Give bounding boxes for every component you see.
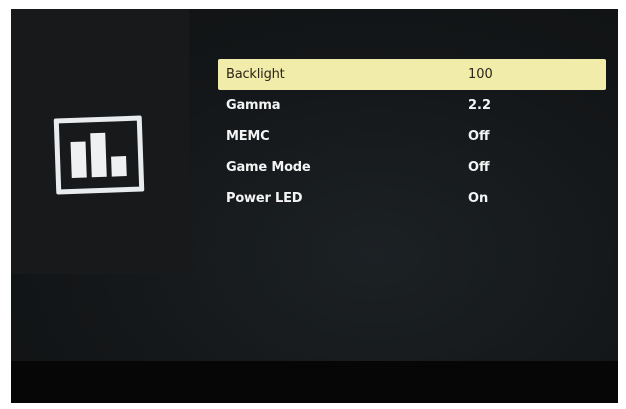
icon-bar-middle [90, 132, 107, 178]
tv-screen: Backlight 100 Gamma 2.2 MEMC Off Game Mo… [11, 9, 618, 403]
icon-bar-left [70, 141, 87, 178]
menu-item-label: Backlight [226, 67, 285, 82]
menu-item-label: Game Mode [226, 160, 311, 175]
menu-item-label: Gamma [226, 98, 281, 113]
menu-item-gamma[interactable]: Gamma 2.2 [218, 90, 606, 121]
menu-item-value: On [468, 191, 489, 206]
menu-item-value: Off [468, 129, 490, 144]
settings-menu: Backlight 100 Gamma 2.2 MEMC Off Game Mo… [218, 59, 606, 214]
menu-item-value: Off [468, 160, 490, 175]
icon-bar-right [111, 156, 127, 177]
menu-item-backlight[interactable]: Backlight 100 [218, 59, 606, 90]
bar-chart-icon[interactable] [53, 115, 145, 195]
menu-item-label: MEMC [226, 129, 270, 144]
menu-item-power-led[interactable]: Power LED On [218, 183, 606, 214]
menu-item-value: 100 [468, 67, 493, 82]
menu-item-value: 2.2 [468, 98, 492, 113]
menu-item-label: Power LED [226, 191, 303, 206]
bottom-bezel [11, 361, 618, 403]
category-panel [11, 9, 189, 274]
menu-item-game-mode[interactable]: Game Mode Off [218, 152, 606, 183]
menu-item-memc[interactable]: MEMC Off [218, 121, 606, 152]
